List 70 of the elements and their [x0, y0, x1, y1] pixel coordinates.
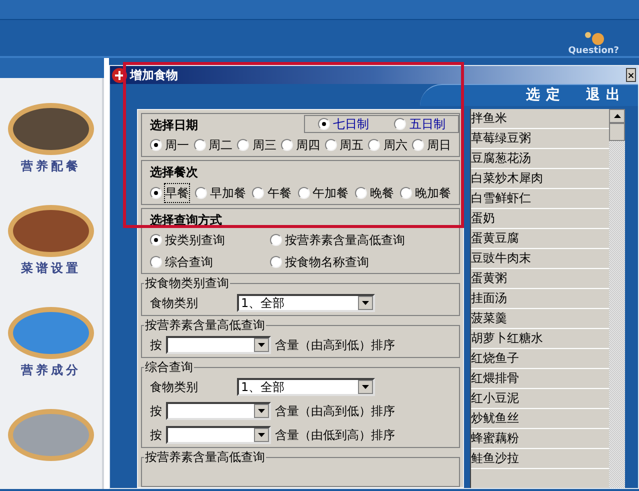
sidebar-item[interactable]: 营养配餐 [21, 157, 81, 175]
radio-label: 周二 [208, 137, 233, 154]
dropdown-field[interactable] [166, 426, 271, 444]
radio-label: 午餐 [267, 185, 292, 202]
sort-label: 含量（由高到低）排序 [275, 403, 395, 420]
dropdown-field[interactable] [166, 402, 271, 420]
radio-label: 周日 [426, 137, 451, 154]
dropdown-field[interactable]: 1、全部 [237, 294, 375, 312]
field-label: 按 [150, 403, 162, 420]
sidebar-item[interactable]: 营养成分 [21, 361, 81, 379]
radio-label: 综合查询 [165, 254, 213, 271]
scroll-thumb[interactable] [609, 123, 625, 141]
radio-label: 午加餐 [312, 185, 349, 202]
radio-button[interactable] [194, 139, 206, 151]
radio-button[interactable] [237, 139, 250, 151]
help-label[interactable]: Question? [568, 46, 619, 56]
radio-label: 周一 [165, 137, 189, 154]
radio-label: 晚加餐 [414, 185, 451, 202]
group-title: 综合查询 [144, 360, 194, 374]
radio-label: 晚餐 [370, 185, 394, 202]
sort-label: 含量（由高到低）排序 [275, 337, 395, 354]
dropdown-field[interactable] [166, 336, 271, 354]
radio-button[interactable] [252, 187, 264, 199]
field-label: 食物类别 [150, 379, 199, 396]
group-title: 按营养素含量高低查询 [144, 450, 266, 464]
scrollbar[interactable] [609, 109, 625, 488]
scroll-up-icon[interactable] [614, 114, 620, 118]
radio-button[interactable] [354, 187, 367, 199]
radio-label: 按食物名称查询 [285, 254, 369, 271]
radio-label: 周六 [383, 137, 408, 154]
close-icon [627, 70, 635, 80]
radio-button[interactable] [150, 234, 162, 246]
radio-label: 周五 [340, 137, 364, 154]
radio-button[interactable] [368, 139, 380, 151]
radio-button[interactable] [150, 256, 162, 268]
radio-label: 按类别查询 [165, 232, 225, 249]
group-title: 按营养素含量高低查询 [144, 318, 266, 332]
radio-label: 周三 [252, 137, 276, 154]
radio-button[interactable] [195, 187, 208, 199]
radio-button[interactable] [318, 118, 330, 130]
radio-button[interactable] [298, 187, 310, 199]
toolbar-button[interactable]: 退出 [586, 85, 626, 106]
plus-icon [112, 68, 127, 82]
field-label: 按 [150, 337, 162, 354]
radio-label: 早餐 [165, 184, 189, 202]
radio-button[interactable] [150, 187, 162, 199]
radio-button[interactable] [400, 187, 412, 199]
field-label: 食物类别 [150, 295, 199, 312]
radio-button[interactable] [270, 234, 282, 246]
radio-button[interactable] [324, 139, 337, 151]
radio-label: 按营养素含量高低查询 [285, 232, 405, 249]
radio-label: 五日制 [409, 116, 446, 133]
radio-label: 七日制 [332, 116, 369, 133]
close-button[interactable] [626, 68, 636, 82]
radio-label: 早加餐 [210, 185, 246, 202]
radio-button[interactable] [412, 139, 424, 151]
field-label: 按 [150, 427, 162, 444]
section-title: 选择餐次 [150, 164, 199, 181]
sort-label: 含量（由低到高）排序 [275, 427, 395, 444]
radio-label: 周四 [296, 137, 320, 154]
radio-button[interactable] [270, 256, 282, 268]
dropdown-field[interactable]: 1、全部 [237, 378, 375, 396]
window-title: 增加食物 [130, 67, 179, 84]
group-title: 按食物类别查询 [144, 276, 230, 290]
sidebar-item[interactable]: 菜谱设置 [21, 259, 81, 277]
radio-button[interactable] [394, 118, 406, 130]
toolbar-button[interactable]: 选定 [526, 85, 566, 106]
section-title: 选择日期 [150, 117, 198, 134]
radio-button[interactable] [150, 139, 162, 151]
radio-button[interactable] [280, 139, 293, 151]
